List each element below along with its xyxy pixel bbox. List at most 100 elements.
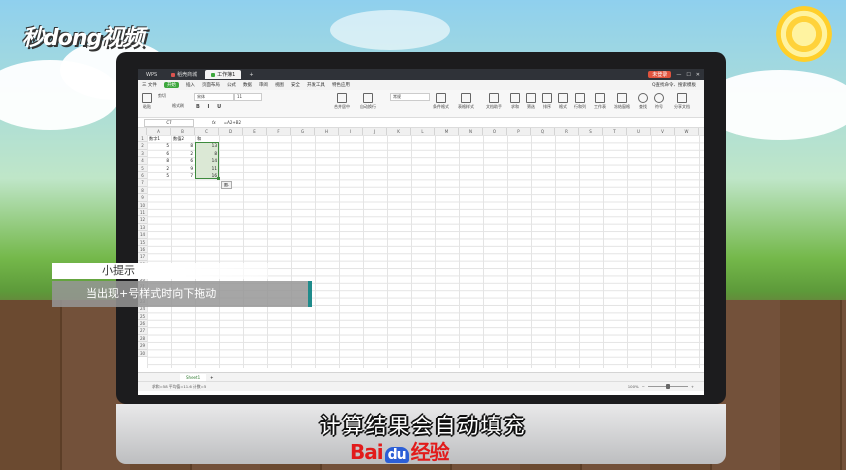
menu-data[interactable]: 数据	[243, 82, 252, 88]
row-header[interactable]: 14	[138, 231, 147, 239]
column-header[interactable]: W	[675, 128, 699, 135]
menu-file[interactable]: 三 文件	[142, 82, 157, 88]
doc-helper-button[interactable]: 文档助手	[486, 93, 502, 110]
tab-docer[interactable]: 稻壳商城	[165, 70, 203, 79]
maximize-icon[interactable]: ☐	[686, 72, 690, 78]
row-header[interactable]: 6	[138, 172, 147, 180]
font-style-buttons[interactable]: B I U	[196, 104, 224, 110]
symbol-button[interactable]: 符号	[654, 93, 664, 110]
menu-insert[interactable]: 插入	[186, 82, 195, 88]
header-cell-b1[interactable]: 数值2	[173, 135, 184, 142]
column-header[interactable]: I	[339, 128, 363, 135]
table-cell[interactable]: 14	[195, 157, 217, 164]
table-cell[interactable]: 6	[171, 157, 193, 164]
fx-icon[interactable]: fx	[212, 120, 216, 125]
table-cell[interactable]: 5	[147, 172, 169, 179]
paste-button[interactable]: 粘贴	[142, 93, 152, 110]
menu-page-layout[interactable]: 页面布局	[202, 82, 220, 88]
column-header[interactable]: R	[555, 128, 579, 135]
close-icon[interactable]: ✕	[696, 72, 700, 78]
column-header[interactable]: F	[267, 128, 291, 135]
column-header[interactable]: L	[411, 128, 435, 135]
column-header[interactable]: U	[627, 128, 651, 135]
fill-handle[interactable]	[217, 177, 220, 180]
row-header[interactable]: 29	[138, 342, 147, 350]
column-header[interactable]: V	[651, 128, 675, 135]
column-header[interactable]: Q	[531, 128, 555, 135]
column-header[interactable]: A	[147, 128, 171, 135]
row-header[interactable]: 17	[138, 253, 147, 261]
menu-start[interactable]: 开始	[163, 82, 179, 88]
column-header[interactable]: N	[459, 128, 483, 135]
zoom-level[interactable]: 100%	[628, 384, 639, 389]
row-header[interactable]: 10	[138, 201, 147, 209]
filter-button[interactable]: 筛选	[526, 93, 536, 110]
search-command[interactable]: Q查找命令、搜索模板	[652, 82, 696, 88]
zoom-out-icon[interactable]: −	[642, 384, 645, 389]
table-cell[interactable]: 8	[171, 142, 193, 149]
menu-view[interactable]: 视图	[275, 82, 284, 88]
freeze-panes-button[interactable]: 冻结窗格	[614, 93, 630, 110]
sheet-tab[interactable]: Sheet1	[180, 373, 207, 381]
table-cell[interactable]: 6	[147, 150, 169, 157]
worksheet-button[interactable]: 工作表	[594, 93, 606, 110]
column-header[interactable]: G	[291, 128, 315, 135]
formula-input[interactable]: =A2+B2	[224, 120, 241, 125]
row-header[interactable]: 8	[138, 186, 147, 195]
row-header[interactable]: 30	[138, 349, 147, 357]
format-painter-button[interactable]: 格式刷	[172, 103, 184, 109]
table-cell[interactable]: 2	[171, 150, 193, 157]
login-button[interactable]: 未登录	[648, 71, 672, 78]
row-header[interactable]: 5	[138, 164, 147, 172]
cut-button[interactable]: 剪切	[158, 93, 166, 99]
wrap-text-button[interactable]: 自动换行	[360, 93, 376, 110]
sort-button[interactable]: 排序	[542, 93, 552, 110]
menu-developer[interactable]: 开发工具	[307, 82, 325, 88]
column-header[interactable]: K	[387, 128, 411, 135]
row-header[interactable]: 28	[138, 334, 147, 343]
row-header[interactable]: 11	[138, 209, 147, 217]
column-header[interactable]: J	[363, 128, 387, 135]
table-cell[interactable]: 7	[171, 172, 193, 179]
spreadsheet-grid[interactable]: ABCDEFGHIJKLMNOPQRSTUVW 1 2 3 4 5 6 7 8 9 10 11 12 1…	[138, 128, 704, 368]
conditional-format-button[interactable]: 条件格式	[433, 93, 449, 110]
font-size-select[interactable]: 11	[234, 93, 262, 101]
column-header[interactable]: C	[195, 128, 219, 135]
row-header[interactable]: 1	[138, 135, 147, 143]
row-header[interactable]: 4	[138, 157, 147, 165]
header-cell-c1[interactable]: 和	[197, 135, 201, 142]
row-header[interactable]: 27	[138, 327, 147, 335]
table-style-button[interactable]: 表格样式	[458, 93, 474, 110]
share-button[interactable]: 分享文档	[674, 93, 690, 110]
minimize-icon[interactable]: —	[676, 72, 681, 78]
merge-center-button[interactable]: 合并居中	[334, 93, 350, 110]
find-button[interactable]: 查找	[638, 93, 648, 110]
format-button[interactable]: 格式	[558, 93, 568, 110]
add-sheet-icon[interactable]: +	[210, 375, 213, 380]
new-tab-button[interactable]: +	[243, 70, 259, 79]
row-col-button[interactable]: 行和列	[574, 93, 586, 110]
table-cell[interactable]: 9	[171, 165, 193, 172]
row-header[interactable]: 2	[138, 142, 147, 150]
column-header[interactable]: H	[315, 128, 339, 135]
header-cell-a1[interactable]: 数字1	[149, 135, 160, 142]
row-header[interactable]: 25	[138, 312, 147, 320]
row-header[interactable]: 13	[138, 223, 147, 232]
auto-fill-options-button[interactable]: 图-	[221, 181, 232, 189]
sum-button[interactable]: 求和	[510, 93, 520, 110]
font-name-select[interactable]: 宋体	[194, 93, 234, 101]
table-cell[interactable]: 11	[195, 165, 217, 172]
number-format-select[interactable]: 常规	[390, 93, 430, 101]
table-cell[interactable]: 13	[195, 142, 217, 149]
row-header[interactable]: 15	[138, 238, 147, 246]
table-cell[interactable]: 8	[147, 157, 169, 164]
row-header[interactable]: 3	[138, 149, 147, 158]
menu-security[interactable]: 安全	[291, 82, 300, 88]
row-header[interactable]: 16	[138, 246, 147, 254]
zoom-slider-thumb[interactable]	[665, 384, 670, 389]
column-header[interactable]: P	[507, 128, 531, 135]
column-header[interactable]: T	[603, 128, 627, 135]
column-header[interactable]: B	[171, 128, 195, 135]
zoom-slider[interactable]	[647, 384, 688, 389]
tab-wps[interactable]: WPS	[140, 70, 163, 79]
